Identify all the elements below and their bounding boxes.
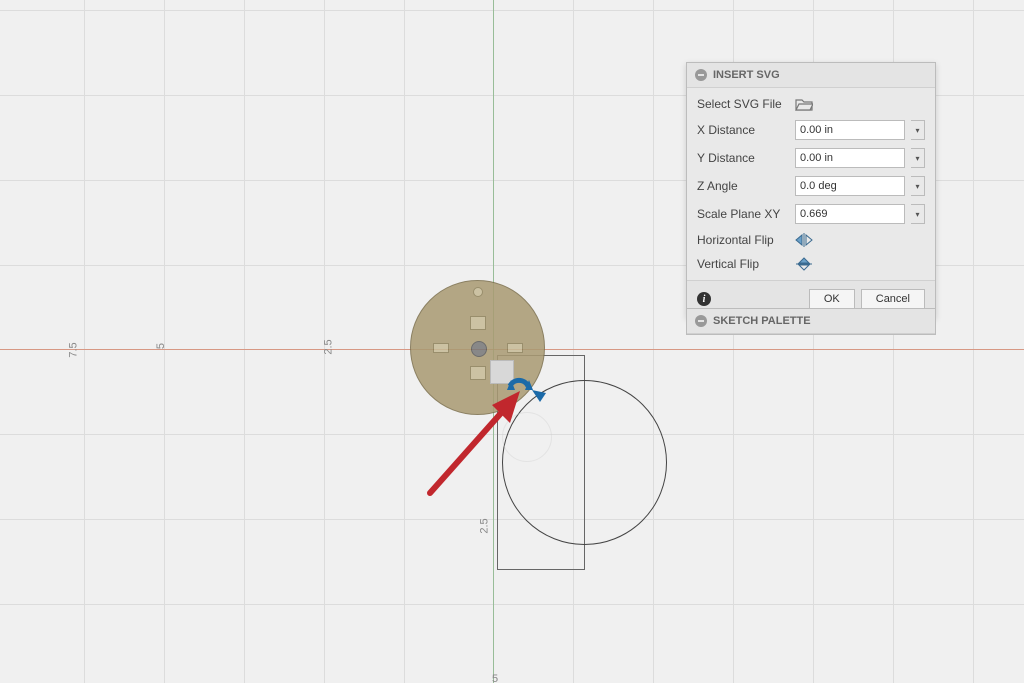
info-icon[interactable]: i	[697, 292, 711, 306]
y-distance-dropdown[interactable]: ▾	[911, 148, 925, 168]
y-distance-label: Y Distance	[697, 151, 789, 165]
cancel-button[interactable]: Cancel	[861, 289, 925, 309]
row-vertical-flip: Vertical Flip	[687, 252, 935, 276]
row-horizontal-flip: Horizontal Flip	[687, 228, 935, 252]
panel-header[interactable]: INSERT SVG	[687, 63, 935, 88]
sketch-palette-title: SKETCH PALETTE	[713, 315, 811, 327]
ok-button[interactable]: OK	[809, 289, 855, 309]
select-file-label: Select SVG File	[697, 97, 789, 111]
scale-input[interactable]: 0.669	[795, 204, 905, 224]
x-distance-input[interactable]: 0.00 in	[795, 120, 905, 140]
panel-body: Select SVG File X Distance 0.00 in ▾ Y D…	[687, 88, 935, 280]
rotate-scale-handle-icon[interactable]	[506, 376, 552, 412]
axis-tick-25b: 2.5	[479, 518, 491, 533]
folder-open-icon[interactable]	[795, 96, 813, 112]
axis-tick-5b: 5	[492, 673, 498, 683]
y-distance-input[interactable]: 0.00 in	[795, 148, 905, 168]
z-angle-label: Z Angle	[697, 179, 789, 193]
z-angle-dropdown[interactable]: ▾	[911, 176, 925, 196]
scale-dropdown[interactable]: ▾	[911, 204, 925, 224]
insert-svg-panel: INSERT SVG Select SVG File X Distance 0.…	[686, 62, 936, 318]
horizontal-flip-icon[interactable]	[795, 232, 813, 248]
panel-title: INSERT SVG	[713, 69, 780, 81]
row-x-distance: X Distance 0.00 in ▾	[687, 116, 935, 144]
row-select-svg-file: Select SVG File	[687, 92, 935, 116]
transform-gizmo[interactable]	[500, 370, 540, 410]
vertical-flip-icon[interactable]	[795, 256, 813, 272]
z-angle-input[interactable]: 0.0 deg	[795, 176, 905, 196]
axis-tick-75: 7.5	[68, 342, 80, 357]
row-z-angle: Z Angle 0.0 deg ▾	[687, 172, 935, 200]
x-distance-dropdown[interactable]: ▾	[911, 120, 925, 140]
sketch-palette-header[interactable]: SKETCH PALETTE	[687, 309, 935, 334]
h-flip-label: Horizontal Flip	[697, 233, 789, 247]
row-scale: Scale Plane XY 0.669 ▾	[687, 200, 935, 228]
axis-tick-25: 2.5	[323, 339, 335, 354]
axis-tick-5a: 5	[155, 343, 167, 349]
x-distance-label: X Distance	[697, 123, 789, 137]
collapse-icon[interactable]	[695, 69, 707, 81]
v-flip-label: Vertical Flip	[697, 257, 789, 271]
guide-circle-small	[502, 412, 552, 462]
expand-icon[interactable]	[695, 315, 707, 327]
row-y-distance: Y Distance 0.00 in ▾	[687, 144, 935, 172]
sketch-palette-panel: SKETCH PALETTE	[686, 308, 936, 335]
scale-label: Scale Plane XY	[697, 207, 789, 221]
